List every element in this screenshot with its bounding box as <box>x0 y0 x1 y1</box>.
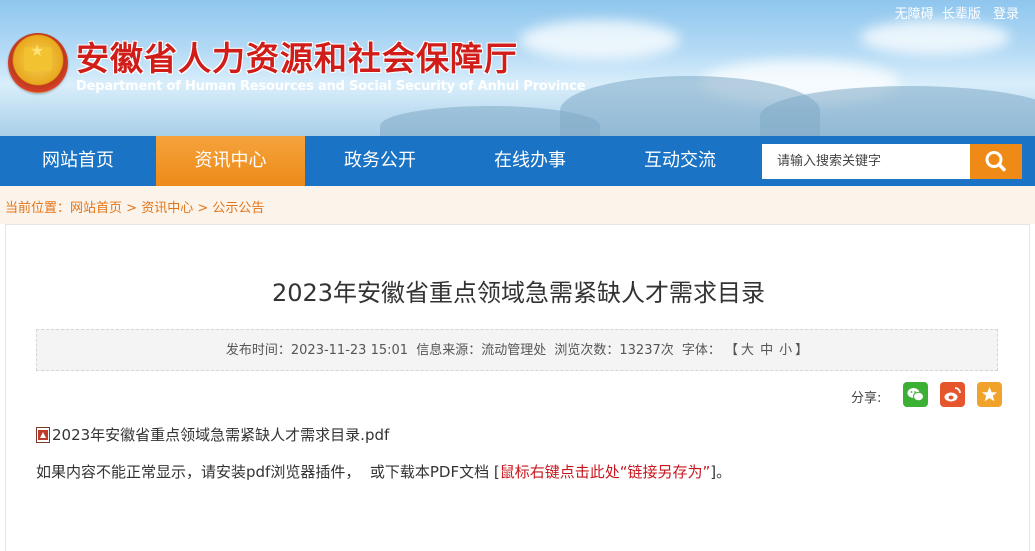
national-emblem-icon: ★ <box>8 33 68 93</box>
nav-item-online-services[interactable]: 在线办事 <box>455 136 605 186</box>
emblem-star-icon: ★ <box>30 41 45 60</box>
main-nav: 网站首页 资讯中心 政务公开 在线办事 互动交流 <box>0 136 1035 186</box>
pdf-file-icon[interactable] <box>36 427 50 443</box>
breadcrumb-item-announcements[interactable]: 公示公告 <box>212 201 264 216</box>
accessibility-link[interactable]: 无障碍 <box>895 7 934 22</box>
banner-cloud <box>520 20 680 60</box>
attachment-link[interactable]: 2023年安徽省重点领域急需紧缺人才需求目录.pdf <box>52 426 389 444</box>
font-size-large[interactable]: 大 <box>741 343 754 358</box>
search-button[interactable] <box>970 144 1022 179</box>
source: 流动管理处 <box>481 343 547 358</box>
breadcrumb: 当前位置：网站首页 > 资讯中心 > 公示公告 <box>5 197 264 216</box>
article-title: 2023年安徽省重点领域急需紧缺人才需求目录 <box>271 279 766 307</box>
weibo-icon[interactable] <box>940 382 965 407</box>
nav-item-interaction[interactable]: 互动交流 <box>605 136 755 186</box>
notice-end: ]。 <box>710 463 732 481</box>
font-bracket-close: 】 <box>795 343 809 358</box>
share-label: 分享: <box>851 391 882 406</box>
article-meta: 发布时间：2023-11-23 15:01 信息来源：流动管理处 浏览次数：13… <box>36 329 998 371</box>
font-bracket-open: 【 <box>725 343 739 358</box>
wechat-icon[interactable] <box>903 382 928 407</box>
publish-time-label: 发布时间： <box>225 343 291 358</box>
search-input[interactable] <box>762 144 970 179</box>
breadcrumb-prefix: 当前位置： <box>5 201 71 216</box>
search-icon <box>985 151 1006 172</box>
favorite-icon[interactable] <box>977 382 1002 407</box>
top-links: 无障碍 长辈版 登录 <box>887 3 1019 22</box>
source-label: 信息来源： <box>416 343 482 358</box>
breadcrumb-item-news-center[interactable]: 资讯中心 <box>141 201 193 216</box>
breadcrumb-item-home[interactable]: 网站首页 <box>70 201 122 216</box>
header-banner: 无障碍 长辈版 登录 ★ 安徽省人力资源和社会保障厅 Department of… <box>0 0 1035 136</box>
save-as-link[interactable]: 鼠标右键点击此处“链接另存为” <box>500 463 711 481</box>
star-glyph <box>982 387 997 402</box>
attachment: 2023年安徽省重点领域急需紧缺人才需求目录.pdf <box>36 424 389 445</box>
elder-mode-link[interactable]: 长辈版 <box>942 7 981 22</box>
breadcrumb-bar: 当前位置：网站首页 > 资讯中心 > 公示公告 <box>0 186 1035 224</box>
publish-time: 2023-11-23 15:01 <box>290 343 409 358</box>
weibo-glyph <box>944 387 961 402</box>
breadcrumb-separator: > <box>193 201 213 216</box>
view-count: 13237次 <box>619 343 674 358</box>
nav-item-news-center[interactable]: 资讯中心 <box>156 136 305 186</box>
article-container: 2023年安徽省重点领域急需紧缺人才需求目录 发布时间：2023-11-23 1… <box>5 224 1030 551</box>
font-size-label: 字体： <box>681 343 721 358</box>
views-label: 浏览次数： <box>554 343 620 358</box>
notice-text: 如果内容不能正常显示，请安装pdf浏览器插件， 或下载本PDF文档 [ <box>36 463 500 481</box>
wechat-glyph <box>907 388 924 402</box>
site-title: 安徽省人力资源和社会保障厅 <box>76 39 518 78</box>
site-subtitle: Department of Human Resources and Social… <box>76 79 586 94</box>
font-size-medium[interactable]: 中 <box>760 343 773 358</box>
nav-item-government-affairs[interactable]: 政务公开 <box>305 136 455 186</box>
login-link[interactable]: 登录 <box>993 7 1019 22</box>
nav-item-home[interactable]: 网站首页 <box>0 136 156 186</box>
banner-cloud <box>860 20 1010 55</box>
pdf-notice: 如果内容不能正常显示，请安装pdf浏览器插件， 或下载本PDF文档 [鼠标右键点… <box>36 461 731 482</box>
font-size-small[interactable]: 小 <box>779 343 792 358</box>
breadcrumb-separator: > <box>122 201 142 216</box>
